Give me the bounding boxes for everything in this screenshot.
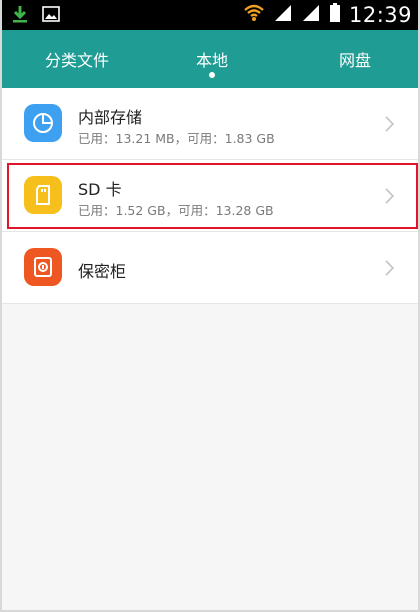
storage-item-title: 保密柜	[78, 262, 127, 281]
wifi-icon	[243, 3, 265, 27]
image-icon	[42, 6, 60, 26]
selection-highlight-box	[7, 163, 418, 229]
signal-icon	[273, 3, 293, 27]
battery-icon	[329, 3, 341, 27]
status-bar: 12:39	[2, 0, 418, 30]
storage-item-internal[interactable]: 内部存储 已用：13.21 MB，可用：1.83 GB	[2, 88, 418, 160]
tab-category-files[interactable]: 分类文件	[22, 30, 132, 88]
tab-bar: 分类文件 本地 网盘	[2, 30, 418, 88]
active-tab-indicator	[209, 72, 215, 78]
tab-label: 分类文件	[44, 51, 109, 70]
tab-label: 本地	[195, 51, 228, 70]
chevron-right-icon	[385, 260, 395, 276]
chevron-right-icon	[385, 116, 395, 132]
tab-label: 网盘	[338, 51, 371, 70]
tab-local[interactable]: 本地	[157, 30, 267, 88]
screen: 12:39 分类文件 本地 网盘 内部存储 已用：13.21 MB，可用：1.8…	[0, 0, 420, 612]
storage-item-safe[interactable]: 保密柜	[2, 232, 418, 304]
pie-chart-icon	[24, 104, 62, 142]
download-icon	[12, 5, 28, 27]
clock: 12:39	[348, 3, 412, 27]
storage-item-title: 内部存储	[78, 108, 143, 127]
safe-icon	[24, 248, 62, 286]
tab-cloud-drive[interactable]: 网盘	[300, 30, 410, 88]
content-area: 内部存储 已用：13.21 MB，可用：1.83 GB SD 卡 已用：1.52…	[2, 88, 418, 610]
storage-item-usage: 已用：13.21 MB，可用：1.83 GB	[78, 131, 275, 146]
signal-icon	[301, 3, 321, 27]
